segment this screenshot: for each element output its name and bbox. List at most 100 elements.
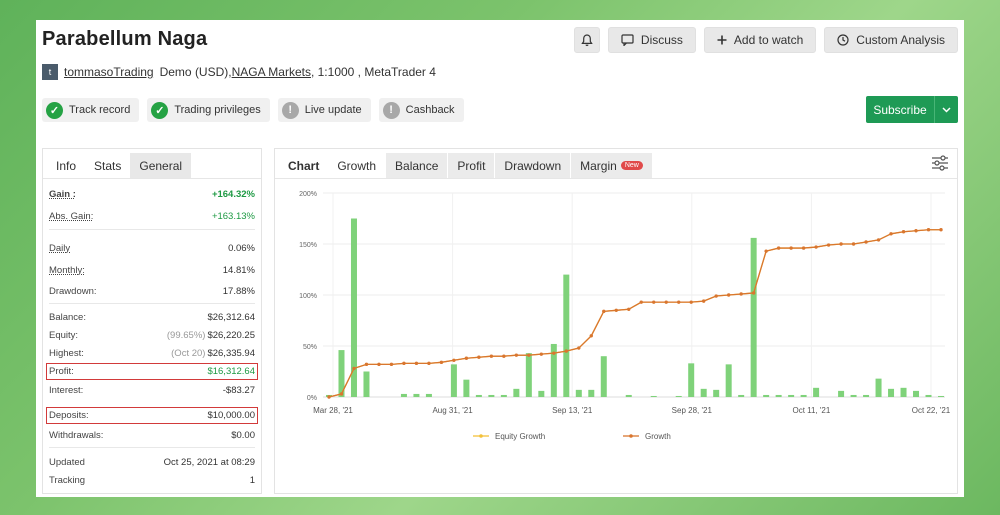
series-point — [402, 361, 406, 366]
notifications-button[interactable] — [573, 27, 600, 53]
bar — [513, 388, 520, 397]
stat-label: Interest: — [49, 384, 84, 396]
chevron-down-icon[interactable] — [934, 96, 958, 123]
chart-tabs: Chart Growth Balance Profit Drawdown Mar… — [275, 149, 957, 179]
bar — [450, 364, 457, 397]
series-point — [926, 228, 931, 232]
stat-value: 14.81% — [222, 264, 255, 276]
bar — [788, 394, 795, 397]
user-link[interactable]: tommasoTrading — [64, 65, 154, 79]
badge-cashback[interactable]: ! Cashback — [378, 98, 464, 122]
header-actions: Discuss Add to watch Custom Analysis — [573, 27, 958, 53]
tab-drawdown[interactable]: Drawdown — [495, 153, 571, 178]
custom-analysis-button[interactable]: Custom Analysis — [824, 27, 958, 53]
series-point — [939, 228, 943, 232]
bar — [488, 394, 495, 397]
series-point — [564, 349, 569, 353]
account-type: Demo (USD), — [159, 65, 232, 79]
series-point — [489, 354, 494, 358]
series-point — [602, 309, 606, 314]
stat-gain: Gain : +164.32% — [49, 187, 255, 201]
series-point — [352, 366, 356, 371]
stat-label: Withdrawals: — [49, 429, 104, 441]
series-point — [464, 356, 469, 360]
bar — [900, 387, 907, 397]
bar — [938, 395, 944, 397]
bar — [525, 353, 532, 397]
chart-tabs-label: Chart — [288, 158, 320, 173]
bar — [875, 378, 882, 397]
y-tick-label: 50% — [303, 344, 317, 351]
series-point — [839, 242, 843, 246]
bar — [763, 394, 770, 397]
exclamation-icon: ! — [382, 101, 400, 119]
stat-label: Drawdown: — [49, 285, 97, 297]
bar — [363, 371, 370, 397]
page-title: Parabellum Naga — [42, 28, 208, 50]
divider — [49, 447, 255, 448]
exclamation-icon: ! — [281, 101, 299, 119]
stat-monthly: Monthly: 14.81% — [49, 263, 255, 277]
series-point — [801, 246, 806, 250]
series-point — [901, 230, 906, 234]
stats-tabs: Info Stats General — [43, 149, 261, 179]
series-point — [789, 246, 793, 250]
badge-label: Track record — [69, 104, 131, 116]
series-point — [639, 300, 643, 304]
custom-analysis-label: Custom Analysis — [856, 33, 945, 47]
badge-label: Cashback — [405, 104, 455, 116]
stat-label: Profit: — [49, 366, 74, 377]
bar — [350, 218, 357, 397]
series-point — [664, 300, 668, 304]
bar — [713, 389, 720, 397]
badge-live-update[interactable]: ! Live update — [277, 98, 371, 122]
series-point — [726, 293, 731, 297]
chart-panel: Chart Growth Balance Profit Drawdown Mar… — [274, 148, 958, 494]
x-tick-label: Oct 11, '21 — [792, 406, 830, 415]
stat-note: (Oct 20) — [171, 347, 206, 359]
series-point — [364, 362, 369, 367]
tab-profit[interactable]: Profit — [448, 153, 495, 178]
stat-value: 0.06% — [228, 242, 255, 254]
stat-value: 1 — [249, 474, 255, 486]
discuss-button[interactable]: Discuss — [607, 27, 696, 53]
new-badge: New — [620, 161, 643, 170]
badge-track-record[interactable]: ✓ Track record — [42, 98, 140, 122]
tab-balance[interactable]: Balance — [386, 153, 448, 178]
series-point — [414, 361, 419, 366]
bar — [675, 395, 682, 397]
stat-drawdown: Drawdown: 17.88% — [49, 284, 255, 298]
tab-info[interactable]: Info — [47, 153, 85, 178]
bar — [925, 394, 932, 397]
broker-link[interactable]: NAGA Markets — [232, 65, 311, 79]
verification-badges: ✓ Track record ✓ Trading privileges ! Li… — [42, 98, 464, 122]
series-point — [377, 362, 381, 367]
x-tick-label: Aug 31, '21 — [432, 406, 473, 415]
series-point — [527, 353, 531, 357]
tab-general[interactable]: General — [130, 153, 192, 178]
subscribe-button[interactable]: Subscribe — [866, 96, 958, 123]
bar — [838, 390, 845, 397]
stat-interest: Interest: -$83.27 — [49, 383, 255, 397]
bar — [813, 387, 820, 397]
y-tick-label: 0% — [307, 395, 317, 402]
growth-chart: 0% 50% 100% 150% 200% Mar 28, '21 Aug 31, '21 S… — [299, 191, 951, 441]
y-tick-label: 100% — [299, 293, 317, 300]
settings-sliders-icon[interactable] — [931, 155, 949, 176]
bar — [775, 394, 782, 397]
y-tick-label: 150% — [299, 242, 317, 249]
tab-margin[interactable]: Margin New — [571, 153, 652, 178]
series-point — [826, 243, 831, 247]
series-point — [339, 392, 344, 396]
bar — [400, 393, 407, 397]
series-point — [452, 358, 456, 362]
stat-value: $16,312.64 — [207, 366, 255, 377]
add-to-watch-button[interactable]: Add to watch — [703, 27, 817, 53]
bar — [463, 379, 470, 397]
badge-trading-privileges[interactable]: ✓ Trading privileges — [147, 98, 270, 122]
tab-growth[interactable]: Growth — [328, 153, 386, 178]
plus-icon — [717, 35, 727, 45]
tab-stats[interactable]: Stats — [85, 153, 130, 178]
series-point — [502, 354, 506, 358]
series-point — [514, 353, 519, 357]
